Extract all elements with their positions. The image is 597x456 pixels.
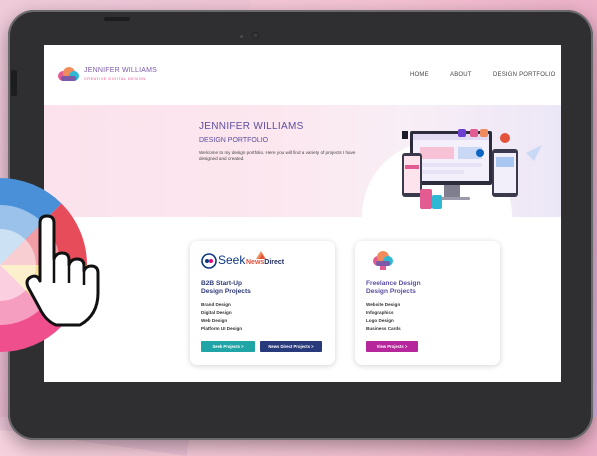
- tablet-camera: [252, 32, 259, 39]
- brand-tagline: CREATIVE DIGITAL DESIGN: [84, 76, 146, 81]
- card-title: B2B Start-Up Design Projects: [201, 280, 251, 296]
- hero-title: JENNIFER WILLIAMS: [199, 121, 304, 132]
- hero-description: Welcome to my design portfolio. Here you…: [199, 150, 356, 162]
- cloud-logo-icon: [373, 251, 393, 270]
- nav-home-link[interactable]: HOME: [410, 72, 429, 78]
- list-item: Platform UI Design: [201, 326, 243, 331]
- seek-logo-text: Seek: [218, 253, 246, 267]
- freelance-projects-card: Freelance Design Design Projects Website…: [355, 241, 500, 365]
- newsdirect-logo-direct: Direct: [264, 259, 285, 266]
- devices-illustration: [402, 129, 542, 209]
- view-projects-button[interactable]: View Projects >: [366, 341, 418, 352]
- cloud-logo-icon[interactable]: [56, 67, 80, 81]
- list-item: Digital Design: [201, 310, 232, 315]
- card-title-line2: Design Projects: [201, 288, 251, 295]
- color-wheel-icon: [0, 178, 100, 352]
- seek-projects-button[interactable]: Seek Projects >: [201, 341, 255, 352]
- news-direct-projects-button[interactable]: News Direct Projects >: [260, 341, 322, 352]
- site-header: JENNIFER WILLIAMS CREATIVE DIGITAL DESIG…: [44, 45, 561, 100]
- seek-logo-icon: [201, 253, 217, 269]
- list-item: Infographics: [366, 310, 394, 315]
- card-title-line1: B2B Start-Up: [201, 280, 243, 287]
- list-item: Logo Design: [366, 318, 394, 323]
- newsdirect-logo-news: News: [246, 259, 265, 266]
- tablet-sensor: [240, 35, 243, 38]
- card-title-line1: Freelance Design: [366, 280, 421, 287]
- card-title-line2: Design Projects: [366, 288, 416, 295]
- list-item: Business Cards: [366, 326, 401, 331]
- brand-name[interactable]: JENNIFER WILLIAMS: [84, 67, 157, 74]
- card-title: Freelance Design Design Projects: [366, 280, 421, 296]
- list-item: Website Design: [366, 302, 401, 307]
- tablet-side-button: [11, 70, 17, 96]
- tablet-top-button: [104, 17, 130, 21]
- paper-plane-icon: [526, 145, 542, 161]
- b2b-projects-card: Seek NewsDirect B2B Start-Up Design Proj…: [190, 241, 335, 365]
- list-item: Brand Design: [201, 302, 231, 307]
- hero-subtitle: DESIGN PORTFOLIO: [199, 137, 269, 144]
- nav-about-link[interactable]: ABOUT: [450, 72, 472, 78]
- newsdirect-logo-icon: [256, 251, 266, 259]
- newsdirect-logo-text: NewsDirect: [246, 259, 284, 266]
- list-item: Web Design: [201, 318, 228, 323]
- nav-design-portfolio-link[interactable]: DESIGN PORTFOLIO: [493, 72, 555, 78]
